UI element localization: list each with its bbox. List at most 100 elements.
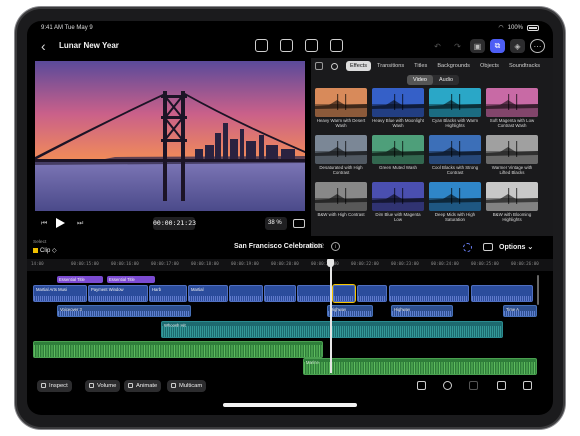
- video-clip[interactable]: [389, 285, 469, 302]
- playhead-handle[interactable]: [327, 259, 334, 267]
- video-clip[interactable]: [297, 285, 331, 302]
- sidebar-toggle-icon[interactable]: [315, 62, 323, 70]
- browser-icon[interactable]: ⧉: [490, 39, 505, 53]
- effect-item[interactable]: B&W with High Contrast: [315, 182, 367, 227]
- play-icon[interactable]: [56, 218, 65, 228]
- effect-item[interactable]: Green Muted Wash: [372, 135, 424, 180]
- effect-item[interactable]: Desaturated with High Contrast: [315, 135, 367, 180]
- undo-icon[interactable]: ↶: [430, 39, 445, 53]
- tab-transitions[interactable]: Transitions: [373, 61, 408, 71]
- ruler-tick-label: 00:00:22:00: [351, 261, 379, 266]
- audio-clip[interactable]: Highway: [327, 305, 373, 317]
- video-clip[interactable]: [264, 285, 296, 302]
- effect-label: Dim Blue with Magenta Low: [375, 212, 421, 223]
- voiceover-clip[interactable]: Voiceover 3: [57, 305, 191, 317]
- effect-item[interactable]: Cyan Blacks with Warm Highlights: [429, 88, 481, 133]
- share-icon[interactable]: [330, 39, 343, 52]
- search-icon[interactable]: [331, 62, 338, 70]
- tab-soundtracks[interactable]: Soundtracks: [505, 61, 544, 71]
- trash-icon[interactable]: [417, 381, 426, 390]
- multicam-button[interactable]: Multicam: [167, 380, 207, 392]
- snapping-icon[interactable]: [463, 243, 472, 252]
- volume-button[interactable]: Volume: [85, 380, 121, 392]
- effect-item[interactable]: Heavy Warm with Desert Wash: [315, 88, 367, 133]
- sound-effect-clip[interactable]: Whoosh Hit: [161, 321, 503, 338]
- detach-icon[interactable]: [469, 381, 478, 390]
- photos-icon[interactable]: ▣: [470, 39, 485, 53]
- video-clip[interactable]: Harb: [149, 285, 187, 302]
- timeline-tracks[interactable]: Essential Title Essential Title Martial …: [27, 271, 553, 375]
- video-clip[interactable]: Martial Arts Musi: [33, 285, 87, 302]
- effect-item[interactable]: B&W with Blooming Highlights: [486, 182, 538, 227]
- tab-titles[interactable]: Titles: [410, 61, 431, 71]
- ruler-tick-label: 00:00:15:00: [71, 261, 99, 266]
- video-viewer[interactable]: [35, 61, 305, 211]
- voiceover-mic-icon[interactable]: [305, 39, 318, 52]
- tab-backgrounds[interactable]: Backgrounds: [433, 61, 474, 71]
- ruler-tick-label: 00:00:19:00: [231, 261, 259, 266]
- ruler-tick-label: 00:00:20:00: [271, 261, 299, 266]
- inspector-icon[interactable]: ◈: [510, 39, 525, 53]
- playhead[interactable]: [330, 261, 332, 373]
- music-clip[interactable]: Marine: [303, 358, 537, 375]
- title-clip[interactable]: Essential Title: [57, 276, 103, 283]
- viewer-frame-image: [35, 61, 305, 211]
- clip-appearance-icon[interactable]: [483, 243, 493, 251]
- effect-label: Deep Mids with High Saturation: [434, 212, 476, 223]
- info-icon[interactable]: i: [331, 242, 340, 251]
- effect-item[interactable]: Dim Blue with Magenta Low: [372, 182, 424, 227]
- segment-audio[interactable]: Audio: [433, 75, 459, 85]
- audio-clip[interactable]: Highway: [391, 305, 453, 317]
- video-clip[interactable]: [471, 285, 533, 302]
- redo-icon[interactable]: ↷: [450, 39, 465, 53]
- camera-icon[interactable]: [280, 39, 293, 52]
- effect-thumbnail: [372, 135, 424, 164]
- video-clip[interactable]: Payment Window: [88, 285, 148, 302]
- segment-video[interactable]: Video: [407, 75, 433, 85]
- options-button[interactable]: Options ⌄: [499, 243, 533, 251]
- battery-icon: [527, 24, 539, 31]
- select-label: Select: [33, 240, 47, 245]
- effect-label: Desaturated with High Contrast: [319, 165, 363, 176]
- selection-mode[interactable]: Clip ◇: [33, 247, 57, 254]
- title-clip[interactable]: Essential Title: [107, 276, 155, 283]
- effect-item[interactable]: Cool Blacks with Strong Contrast: [429, 135, 481, 180]
- effect-label: Heavy Blue with Moonlight Wash: [372, 118, 424, 129]
- effect-item[interactable]: Warmer Vintage with Lifted Blacks: [486, 135, 538, 180]
- timeline-duration: 00:32: [309, 244, 325, 250]
- inspect-button[interactable]: Inspect: [37, 380, 72, 392]
- skip-forward-icon[interactable]: ⏭: [77, 220, 83, 228]
- animate-button[interactable]: Animate: [124, 380, 162, 392]
- effect-thumbnail: [315, 135, 367, 164]
- viewer-options-icon[interactable]: [293, 219, 305, 228]
- timeline-ruler[interactable]: 14:00 00:00:15:00 00:00:16:00 00:00:17:00 00…: [27, 259, 553, 271]
- wifi-icon: ◠: [498, 25, 504, 31]
- effect-item[interactable]: Heavy Blue with Moonlight Wash: [372, 88, 424, 133]
- viewer-zoom[interactable]: 38 %: [265, 217, 287, 230]
- video-clip[interactable]: [357, 285, 387, 302]
- effect-thumbnail: [486, 182, 538, 211]
- ruler-tick-label: 00:00:25:00: [471, 261, 499, 266]
- effect-item[interactable]: Soft Magenta with Low Contrast Wash: [486, 88, 538, 133]
- more-icon[interactable]: ⋯: [530, 39, 545, 53]
- clip-icon: [33, 248, 38, 253]
- app-screen: 9:41 AM Tue May 9 ◠ 100% ‹ Lunar New Yea…: [27, 21, 553, 415]
- disable-icon[interactable]: [443, 381, 452, 390]
- effect-item[interactable]: Deep Mids with High Saturation: [429, 182, 481, 227]
- tab-objects[interactable]: Objects: [476, 61, 503, 71]
- import-icon[interactable]: [255, 39, 268, 52]
- tab-effects[interactable]: Effects: [346, 61, 371, 71]
- timeline-scroll-indicator[interactable]: [537, 275, 539, 305]
- video-clip-selected[interactable]: [332, 284, 356, 303]
- chevron-left-icon[interactable]: ‹: [41, 38, 46, 54]
- video-clip[interactable]: [229, 285, 263, 302]
- video-clip[interactable]: Martial: [188, 285, 228, 302]
- ruler-tick-label: 00:00:21:00: [311, 261, 339, 266]
- audio-clip[interactable]: Time A: [503, 305, 537, 317]
- split-icon[interactable]: [497, 381, 506, 390]
- trim-icon[interactable]: [523, 381, 532, 390]
- music-clip[interactable]: [33, 341, 323, 358]
- ruler-tick-label: 00:00:26:00: [511, 261, 539, 266]
- ruler-tick-label: 00:00:16:00: [111, 261, 139, 266]
- skip-back-icon[interactable]: ⏮: [41, 220, 47, 228]
